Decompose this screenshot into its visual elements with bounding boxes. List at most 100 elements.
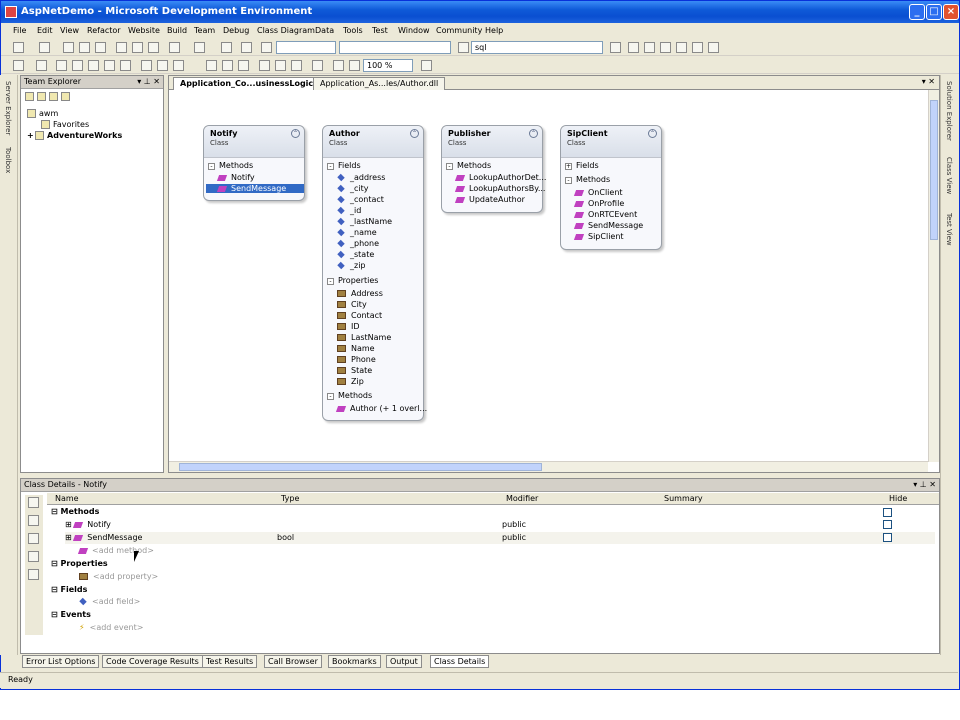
member-field[interactable]: _state xyxy=(337,250,374,259)
cut-icon[interactable] xyxy=(116,42,127,53)
tools-icon[interactable] xyxy=(676,42,687,53)
class-shape-sipclient[interactable]: SipClient Class ⌃ + Fields - Methods OnCli… xyxy=(560,125,662,250)
member-method[interactable]: LookupAuthorDet... xyxy=(454,173,546,182)
collapse-icon[interactable]: ⊟ xyxy=(51,507,61,516)
group-by-kind-icon[interactable] xyxy=(206,60,217,71)
section-properties[interactable]: ⊟ Properties xyxy=(51,558,108,570)
collapse-icon[interactable]: ⊟ xyxy=(51,585,61,594)
col-hide[interactable]: Hide xyxy=(889,494,907,503)
member-method[interactable]: OnProfile xyxy=(573,199,624,208)
tree-item-adventureworks[interactable]: + AdventureWorks xyxy=(27,131,122,140)
member-field[interactable]: _contact xyxy=(337,195,384,204)
member-method[interactable]: OnRTCEvent xyxy=(573,210,637,219)
align-left-icon[interactable] xyxy=(141,60,152,71)
minimize-button[interactable]: _ xyxy=(909,4,925,20)
solution-config-combo[interactable] xyxy=(276,41,336,54)
member-property[interactable]: ID xyxy=(337,322,360,331)
copy-icon[interactable] xyxy=(132,42,143,53)
zoom-combo[interactable]: 100 % xyxy=(363,59,413,72)
toolbox-icon[interactable] xyxy=(660,42,671,53)
member-method[interactable]: OnClient xyxy=(573,188,623,197)
horizontal-scroll-thumb[interactable] xyxy=(179,463,542,471)
add-enum-icon[interactable] xyxy=(72,60,83,71)
fields-section[interactable]: - Fields xyxy=(327,161,361,170)
start-page-icon[interactable] xyxy=(692,42,703,53)
row-modifier[interactable]: public xyxy=(502,519,526,531)
member-field[interactable]: _zip xyxy=(337,261,366,270)
member-method[interactable]: SipClient xyxy=(573,232,624,241)
collapse-icon[interactable]: ⌃ xyxy=(291,129,300,138)
toolbox-tab[interactable]: Toolbox xyxy=(4,147,12,173)
member-field[interactable]: _id xyxy=(337,206,361,215)
panel-close-icon[interactable]: ▾ ⊥ ✕ xyxy=(137,76,160,88)
test-view-tab[interactable]: Test View xyxy=(945,213,953,246)
menu-class-diagram[interactable]: Class Diagram xyxy=(257,26,315,35)
show-all-icon[interactable] xyxy=(49,92,58,101)
menu-community[interactable]: Community xyxy=(436,26,482,35)
member-field[interactable]: _name xyxy=(337,228,377,237)
add-interface-icon[interactable] xyxy=(88,60,99,71)
collapse-section-icon[interactable]: - xyxy=(565,177,572,184)
menu-data[interactable]: Data xyxy=(315,26,334,35)
member-method[interactable]: LookupAuthorsBy... xyxy=(454,184,545,193)
member-property[interactable]: LastName xyxy=(337,333,391,342)
member-property[interactable]: State xyxy=(337,366,372,375)
paste-icon[interactable] xyxy=(148,42,159,53)
maximize-button[interactable]: □ xyxy=(926,4,942,20)
member-property[interactable]: Name xyxy=(337,344,375,353)
collapse-section-icon[interactable]: - xyxy=(208,163,215,170)
vertical-scrollbar[interactable] xyxy=(928,90,939,462)
methods-section[interactable]: - Methods xyxy=(208,161,253,170)
member-field[interactable]: _phone xyxy=(337,239,379,248)
layout-icon[interactable] xyxy=(13,60,24,71)
redo-icon[interactable] xyxy=(194,42,205,53)
row-modifier[interactable]: public xyxy=(502,532,526,544)
section-methods[interactable]: ⊟ Methods xyxy=(51,506,99,518)
tree-item-awm[interactable]: awm xyxy=(27,109,58,118)
navigate-forward-icon[interactable] xyxy=(241,42,252,53)
properties-filter-icon[interactable] xyxy=(28,533,39,544)
fields-section[interactable]: + Fields xyxy=(565,161,599,170)
tab-code-coverage[interactable]: Code Coverage Results xyxy=(102,655,203,668)
class-shape-publisher[interactable]: Publisher Class ⌃ - Methods LookupAuthorD… xyxy=(441,125,546,213)
tab-test-results[interactable]: Test Results xyxy=(202,655,258,668)
methods-section[interactable]: - Methods xyxy=(446,161,491,170)
menu-refactor[interactable]: Refactor xyxy=(87,26,121,35)
expand-icon[interactable]: + xyxy=(27,131,35,140)
zoom-out-icon[interactable] xyxy=(349,60,360,71)
methods-section[interactable]: - Methods xyxy=(565,175,610,184)
find-combo[interactable]: sql xyxy=(471,41,603,54)
solution-explorer-icon[interactable] xyxy=(610,42,621,53)
menu-tools[interactable]: Tools xyxy=(343,26,363,35)
horizontal-scrollbar[interactable] xyxy=(169,461,928,472)
hide-checkbox[interactable] xyxy=(883,533,892,542)
add-item-icon[interactable] xyxy=(39,42,50,53)
indent-icon[interactable] xyxy=(36,60,47,71)
display-name-icon[interactable] xyxy=(259,60,270,71)
menu-view[interactable]: View xyxy=(60,26,79,35)
tab-bookmarks[interactable]: Bookmarks xyxy=(328,655,381,668)
menu-website[interactable]: Website xyxy=(128,26,160,35)
start-debug-icon[interactable] xyxy=(261,42,272,53)
methods-filter-icon[interactable] xyxy=(28,515,39,526)
sort-alpha-icon[interactable] xyxy=(238,60,249,71)
menu-help[interactable]: Help xyxy=(485,26,503,35)
vertical-scroll-thumb[interactable] xyxy=(930,100,938,240)
display-signature-icon[interactable] xyxy=(291,60,302,71)
new-member-icon[interactable] xyxy=(28,497,39,508)
collapse-section-icon[interactable]: - xyxy=(446,163,453,170)
save-icon[interactable] xyxy=(79,42,90,53)
tree-item-favorites[interactable]: Favorites xyxy=(41,120,89,129)
find-in-files-icon[interactable] xyxy=(458,42,469,53)
section-fields[interactable]: ⊟ Fields xyxy=(51,584,87,596)
add-struct-icon[interactable] xyxy=(104,60,115,71)
fields-filter-icon[interactable] xyxy=(28,551,39,562)
zoom-in-icon[interactable] xyxy=(333,60,344,71)
collapse-icon[interactable]: ⌃ xyxy=(410,129,419,138)
tab-call-browser[interactable]: Call Browser xyxy=(264,655,322,668)
member-field[interactable]: _city xyxy=(337,184,369,193)
add-delegate-icon[interactable] xyxy=(120,60,131,71)
display-type-icon[interactable] xyxy=(275,60,286,71)
new-project-icon[interactable] xyxy=(13,42,24,53)
member-notify[interactable]: Notify xyxy=(216,173,255,182)
